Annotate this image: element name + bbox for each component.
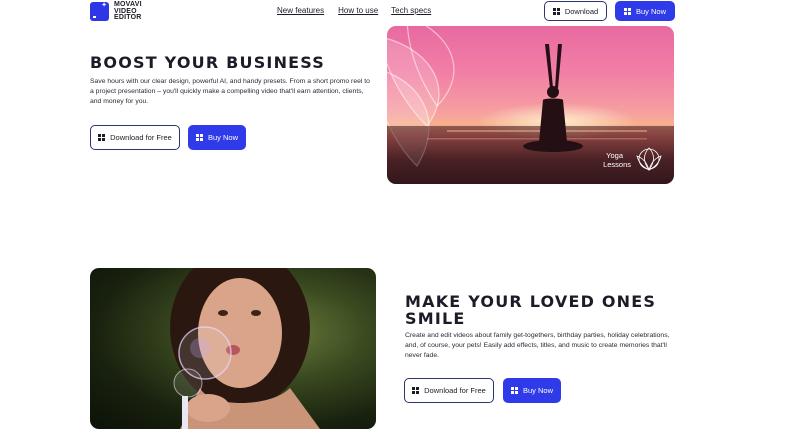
windows-icon [510, 387, 518, 394]
logo-line-3: EDITOR [114, 14, 142, 21]
nav-new-features[interactable]: New features [277, 6, 324, 15]
section1-body: Save hours with our clear design, powerf… [90, 78, 370, 105]
image-caption-yoga: Yoga [606, 151, 624, 160]
section2-body: Create and edit videos about family get-… [405, 332, 670, 359]
section1-download-button[interactable]: Download for Free [90, 125, 180, 150]
nav-how-to-use[interactable]: How to use [338, 6, 378, 15]
movavi-logo-icon [90, 2, 109, 22]
logo-wordmark: MOVAVI VIDEO EDITOR [114, 1, 154, 22]
top-nav: New features How to use Tech specs [277, 6, 445, 15]
bubble-girl-image [90, 268, 376, 429]
section2-title-line-1: MAKE YOUR LOVED ONES [405, 292, 657, 311]
windows-icon [623, 7, 631, 15]
image-caption-lessons: Lessons [603, 160, 631, 169]
section2-download-label: Download for Free [424, 386, 486, 395]
header-buy-now-label: Buy Now [635, 6, 666, 16]
nav-tech-specs[interactable]: Tech specs [391, 6, 431, 15]
yoga-scene-art: Yoga Lessons [387, 26, 674, 184]
section1-buy-now-button[interactable]: Buy Now [188, 125, 246, 150]
section1-title: BOOST YOUR BUSINESS [90, 53, 326, 72]
windows-icon [412, 387, 420, 394]
section1-download-label: Download for Free [110, 133, 172, 142]
movavi-logo[interactable]: MOVAVI VIDEO EDITOR [90, 1, 154, 22]
section2-buy-now-label: Buy Now [522, 386, 553, 395]
section2-title: MAKE YOUR LOVED ONES SMILE [405, 293, 656, 327]
bubble-scene-art [170, 268, 320, 429]
section2-title-line-2: SMILE [405, 309, 466, 328]
yoga-promo-image: Yoga Lessons [387, 26, 674, 184]
header-buy-now-button[interactable]: Buy Now [615, 1, 675, 21]
section2-buy-now-button[interactable]: Buy Now [503, 378, 561, 403]
header-download-label: Download [564, 6, 599, 16]
header-download-button[interactable]: Download [544, 1, 607, 21]
section2-download-button[interactable]: Download for Free [404, 378, 494, 403]
windows-icon [195, 134, 203, 141]
windows-icon [552, 7, 560, 15]
section1-buy-now-label: Buy Now [207, 133, 238, 142]
windows-icon [98, 134, 106, 141]
